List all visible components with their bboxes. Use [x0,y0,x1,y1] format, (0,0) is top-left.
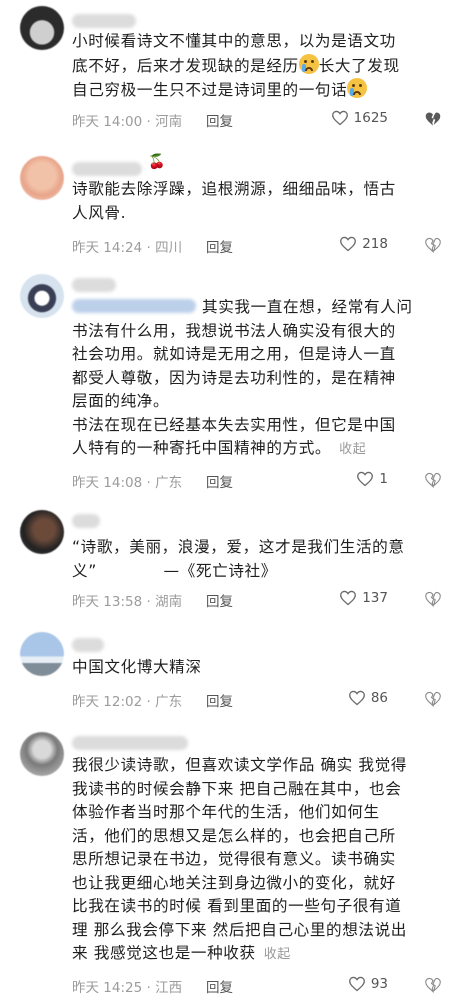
comment-meta: 昨天 14:24 · 四川 回复 218 [72,236,444,256]
crying-face-emoji [298,53,319,74]
reply-button[interactable]: 回复 [206,110,233,130]
heart-broken-outline-icon [425,237,441,253]
reply-button[interactable]: 回复 [206,976,233,996]
comment-text: 中国文化博大精深 [72,658,202,676]
avatar[interactable] [20,274,64,318]
comment-item: 其实我一直在想，经常有人问 书法有什么用，我想说书法人确实没有很大的 社会功用。… [0,268,462,498]
reply-button[interactable]: 回复 [206,471,233,491]
heart-outline-icon [331,110,348,126]
comment-item: 我很少读诗歌，但喜欢读文学作品 确实 我觉得 我读书的时候会静下来 把自己融在其… [0,720,462,1000]
avatar[interactable] [20,632,64,676]
username[interactable] [72,14,136,28]
reply-button[interactable]: 回复 [206,590,233,610]
like-button[interactable]: 218 [339,236,388,252]
timestamp-location: 昨天 14:00 · 河南 [72,114,183,130]
comment-text: 其实我一直在想，经常有人问 书法有什么用，我想说书法人确实没有很大的 社会功用。… [72,298,413,457]
comment-item: 中国文化博大精深 昨天 12:02 · 广东 回复 86 [0,620,462,720]
heart-broken-icon [425,112,441,126]
dislike-button[interactable] [424,591,442,611]
crying-face-emoji [347,78,368,98]
comment-item: 🍒 诗歌能去除浮躁，追根溯源，细细品味，悟古 人风骨. 昨天 14:24 · 四… [0,150,462,268]
timestamp-location: 昨天 14:25 · 江西 [72,980,183,996]
like-count: 1625 [353,110,388,126]
like-button[interactable]: 1625 [331,110,388,126]
comment-meta: 昨天 12:02 · 广东 回复 86 [72,690,444,710]
timestamp-location: 昨天 12:02 · 广东 [72,694,183,710]
timestamp-location: 昨天 13:58 · 湖南 [72,594,183,610]
comment-meta: 昨天 14:08 · 广东 回复 1 [72,471,444,491]
comment-text: 我很少读诗歌，但喜欢读文学作品 确实 我觉得 我读书的时候会静下来 把自己融在其… [72,756,407,962]
username[interactable] [72,278,116,292]
heart-broken-outline-icon [425,977,441,993]
avatar[interactable] [20,732,64,776]
like-count: 86 [370,690,388,706]
username[interactable] [72,638,104,652]
heart-broken-outline-icon [425,691,441,707]
collapse-link[interactable]: 收起 [264,947,291,962]
heart-outline-icon [348,976,365,992]
comment-item: 小时候看诗文不懂其中的意思，以为是语文功 底不好，后来才发现缺的是经历 长大了发现… [0,0,462,150]
dislike-button[interactable] [424,237,442,257]
reply-button[interactable]: 回复 [206,690,233,710]
dislike-button[interactable] [424,977,442,997]
like-count: 93 [370,976,388,992]
comment-text: “诗歌，美丽，浪漫，爱，这才是我们生活的意 义” —《死亡诗社》 [72,538,405,580]
heart-outline-icon [340,236,357,252]
username[interactable] [72,736,188,750]
comment-text: 诗歌能去除浮躁，追根溯源，细细品味，悟古 人风骨. [72,180,396,222]
timestamp-location: 昨天 14:24 · 四川 [72,240,183,256]
reply-button[interactable]: 回复 [206,236,233,256]
collapse-link[interactable]: 收起 [339,442,366,457]
dislike-button[interactable] [424,691,442,711]
like-count: 1 [379,471,388,487]
comment-meta: 昨天 13:58 · 湖南 回复 137 [72,590,444,610]
comment-item: “诗歌，美丽，浪漫，爱，这才是我们生活的意 义” —《死亡诗社》 昨天 13:5… [0,498,462,620]
avatar[interactable] [20,510,64,554]
like-button[interactable]: 137 [339,590,388,606]
dislike-button[interactable] [424,472,442,492]
like-count: 137 [362,590,388,606]
comment-meta: 昨天 14:25 · 江西 回复 93 [72,976,444,996]
avatar[interactable] [20,156,64,200]
heart-outline-icon [357,471,374,487]
like-count: 218 [362,236,388,252]
cherry-icon: 🍒 [148,154,166,170]
like-button[interactable]: 86 [348,690,388,706]
dislike-button[interactable] [424,111,442,131]
heart-broken-outline-icon [425,472,441,488]
like-button[interactable]: 1 [356,471,388,487]
heart-broken-outline-icon [425,591,441,607]
username[interactable] [72,162,142,176]
heart-outline-icon [340,590,357,606]
timestamp-location: 昨天 14:08 · 广东 [72,475,183,491]
comment-meta: 昨天 14:00 · 河南 回复 1625 [72,110,444,130]
avatar[interactable] [20,6,64,50]
like-button[interactable]: 93 [348,976,388,992]
comment-text: 小时候看诗文不懂其中的意思，以为是语文功 底不好，后来才发现缺的是经历 长大了发现… [72,32,400,99]
username[interactable] [72,514,100,528]
mention-tag[interactable] [72,299,196,313]
heart-outline-icon [348,690,365,706]
